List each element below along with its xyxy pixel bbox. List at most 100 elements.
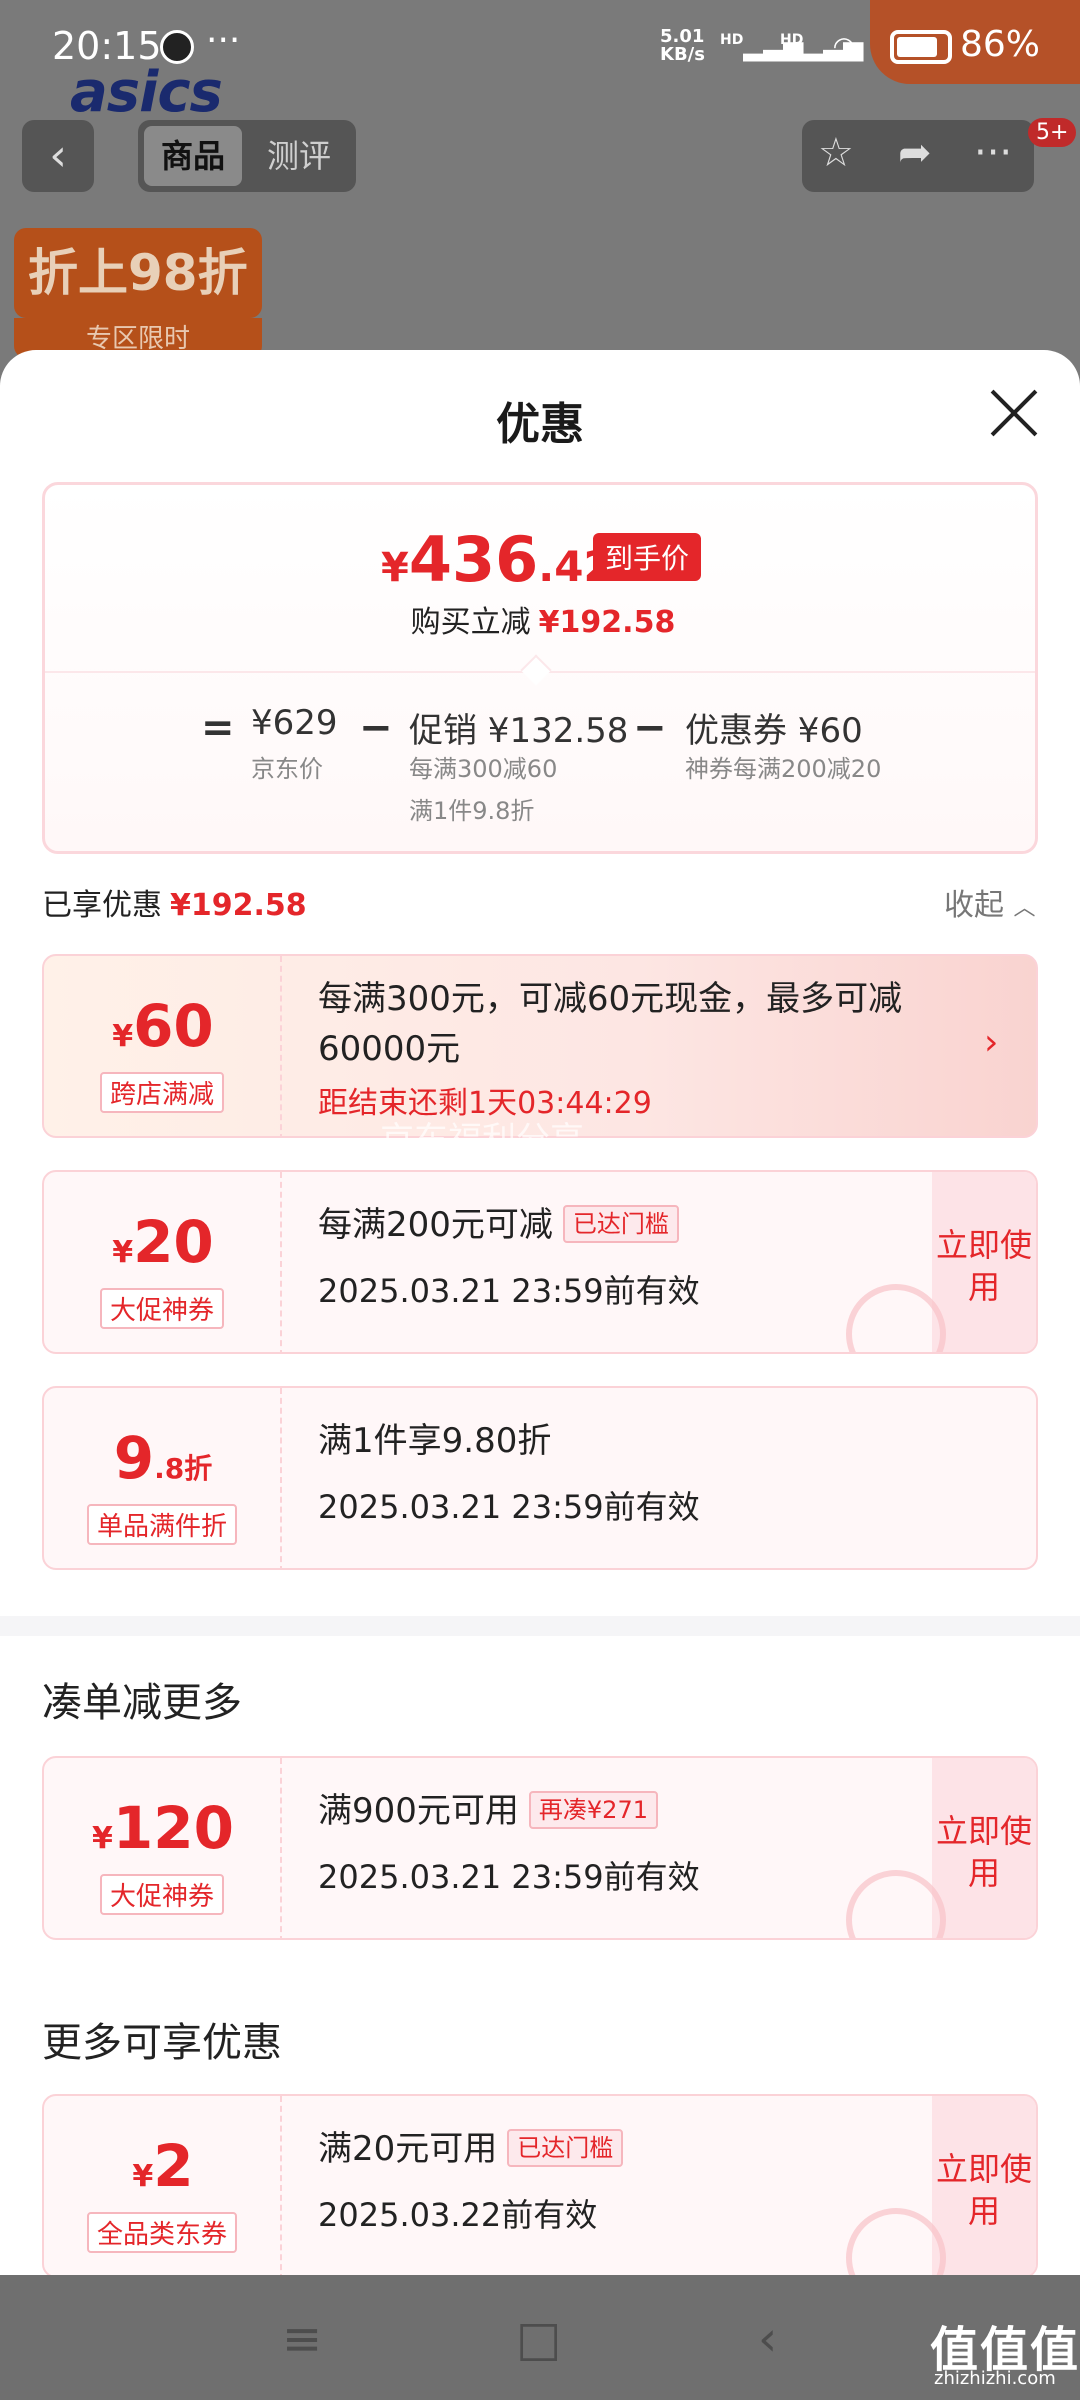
coupon-value: 60 — [133, 992, 214, 1060]
coupon-amount: ¥60 — [44, 992, 282, 1060]
coupon-tag: 大促神券 — [99, 1874, 225, 1915]
site-url: zhizhizhi.com — [934, 2368, 1056, 2389]
minus-sign-1: − — [359, 705, 393, 751]
back-icon[interactable]: ‹ — [758, 2311, 777, 2367]
close-icon[interactable] — [990, 388, 1040, 438]
coupon-all-category[interactable]: ¥2 全品类东券 满20元可用 已达门槛 2025.03.22前有效 立即使用 — [42, 2094, 1038, 2275]
coupon-date: 2025.03.21 23:59前有效 — [318, 1272, 700, 1310]
coupon-value: 20 — [133, 1208, 214, 1276]
favorite-icon[interactable]: ☆ — [818, 130, 854, 176]
menu-icon[interactable]: ≡ — [282, 2311, 322, 2367]
enjoyed-label: 已享优惠 — [42, 888, 162, 923]
coupon-cross-store[interactable]: ¥60 跨店满减 每满300元，可减60元现金，最多可减60000元 距结束还剩… — [42, 954, 1038, 1138]
collapse-button[interactable]: 收起 ︿ — [944, 880, 1036, 924]
final-price: ¥436.42 — [381, 523, 613, 596]
coupon-chip: 已达门槛 — [562, 1205, 679, 1243]
section-title-more: 凑单减更多 — [42, 1680, 242, 1726]
brand-logo: asics — [70, 60, 223, 125]
status-more-icon: ··· — [206, 20, 241, 61]
coupon-amount: ¥120 — [44, 1794, 282, 1862]
price-caret — [520, 654, 552, 686]
claimed-stamp — [846, 1870, 946, 1938]
coupon-symbol: ¥ — [132, 2159, 154, 2194]
claimed-stamp — [846, 2208, 946, 2275]
promo-value: 促销 ¥132.58 — [409, 711, 629, 751]
enjoyed-amount: ¥192.58 — [170, 888, 307, 923]
discount-line: 购买立减 ¥192.58 — [45, 597, 1041, 641]
coupon-date: 2025.03.21 23:59前有效 — [318, 1488, 700, 1526]
coupon-tag: 大促神券 — [99, 1288, 225, 1329]
coupon-amount-panel: ¥20 大促神券 — [44, 1172, 282, 1352]
coupon-value: 120 — [112, 1794, 234, 1862]
coupon-symbol: ¥ — [92, 1821, 113, 1856]
coupon-value: 2 — [153, 2132, 194, 2200]
coupon-amount: ¥20 — [44, 1208, 282, 1276]
top-actions: ☆ ➦ ··· — [802, 120, 1034, 192]
coupon-tag: 全品类东券 — [86, 2212, 238, 2253]
battery-icon — [890, 30, 952, 64]
coupon-amount-panel: 9.8折 单品满件折 — [44, 1388, 282, 1568]
product-tabs: 商品 测评 — [138, 120, 356, 192]
tab-review[interactable]: 测评 — [250, 126, 348, 186]
final-price-badge: 到手价 — [593, 533, 702, 581]
final-price-integer: 436 — [408, 523, 539, 596]
discount-sheet: 优惠 ¥436.42 到手价 购买立减 ¥192.58 = ¥629 京东价 − … — [0, 350, 1080, 2275]
coupon-amount-panel: ¥2 全品类东券 — [44, 2096, 282, 2275]
enjoyed-discount: 已享优惠 ¥192.58 — [42, 880, 307, 924]
home-icon[interactable]: □ — [516, 2311, 561, 2367]
coupon-chip: 已达门槛 — [507, 2129, 624, 2167]
equals-sign: = — [201, 705, 235, 751]
signal-hd-label-2: HD — [780, 32, 804, 48]
section-title-extra: 更多可享优惠 — [42, 2020, 282, 2066]
tab-product[interactable]: 商品 — [144, 126, 242, 186]
app-notification-icon — [160, 30, 194, 64]
final-price-symbol: ¥ — [381, 545, 409, 591]
system-nav-bar: ≡ □ ‹ — [0, 2275, 1080, 2400]
coupon-symbol: ¥ — [112, 1235, 134, 1270]
coupon-tag: 单品满件折 — [86, 1504, 238, 1545]
price-summary-card: ¥436.42 到手价 购买立减 ¥192.58 = ¥629 京东价 − 促销 … — [42, 482, 1038, 854]
sheet-title: 优惠 — [496, 399, 584, 450]
section-divider — [0, 1616, 1080, 1636]
coupon-title: 满20元可用 已达门槛 — [318, 2124, 998, 2174]
base-price: ¥629 — [251, 703, 338, 743]
coupon-single-item-discount[interactable]: 9.8折 单品满件折 满1件享9.80折 2025.03.21 23:59前有效 — [42, 1386, 1038, 1570]
coupon-shenquan-120[interactable]: ¥120 大促神券 满900元可用 再凑¥271 2025.03.21 23:59… — [42, 1756, 1038, 1940]
coupon-title: 满1件享9.80折 — [318, 1421, 552, 1461]
coupon-date: 2025.03.21 23:59前有效 — [318, 1858, 700, 1896]
message-badge: 5+ — [1028, 118, 1077, 147]
claimed-stamp — [846, 1284, 946, 1352]
coupon-rule: 神券每满200减20 — [685, 755, 882, 783]
coupon-value: 9 — [113, 1424, 155, 1492]
discount-amount: ¥192.58 — [538, 605, 676, 640]
coupon-amount-panel: ¥120 大促神券 — [44, 1758, 282, 1938]
coupon-title-text: 满20元可用 — [318, 2129, 498, 2169]
network-speed: 5.01 KB/s — [660, 28, 705, 64]
signal-hd-label-1: HD — [720, 32, 744, 48]
coupon-title: 每满300元，可减60元现金，最多可减60000元 — [318, 979, 903, 1069]
back-button[interactable]: ‹ — [22, 120, 94, 192]
share-icon[interactable]: ➦ — [898, 130, 932, 176]
use-now-button[interactable]: 立即使用 — [932, 1172, 1036, 1352]
coupon-chip: 再凑¥271 — [528, 1791, 658, 1829]
battery-level: 86% — [960, 24, 1041, 65]
coupon-amount: ¥2 — [44, 2132, 282, 2200]
chevron-up-icon: ︿ — [1013, 896, 1036, 921]
promo-rule-2: 满1件9.8折 — [409, 797, 535, 825]
coupon-value: 优惠券 ¥60 — [685, 711, 863, 751]
use-now-button[interactable]: 立即使用 — [932, 1758, 1036, 1938]
minus-sign-2: − — [633, 705, 667, 751]
more-icon[interactable]: ··· — [974, 130, 1012, 176]
use-now-button[interactable]: 立即使用 — [932, 2096, 1036, 2275]
coupon-title-text: 每满200元可减 — [318, 1205, 553, 1245]
coupon-symbol: ¥ — [112, 1019, 134, 1054]
coupon-value-decimal: .8折 — [154, 1452, 213, 1485]
coupon-date: 2025.03.22前有效 — [318, 2196, 598, 2234]
coupon-amount-panel: ¥60 跨店满减 — [44, 956, 282, 1136]
discount-prefix: 购买立减 — [410, 605, 531, 640]
chevron-right-icon[interactable]: › — [984, 1022, 998, 1063]
base-price-label: 京东价 — [251, 755, 323, 783]
coupon-shenquan-20[interactable]: ¥20 大促神券 每满200元可减 已达门槛 2025.03.21 23:59前有… — [42, 1170, 1038, 1354]
watermark: 京东福利分享 — [380, 1120, 584, 1160]
promo-tag: 折上98折 — [14, 228, 262, 318]
